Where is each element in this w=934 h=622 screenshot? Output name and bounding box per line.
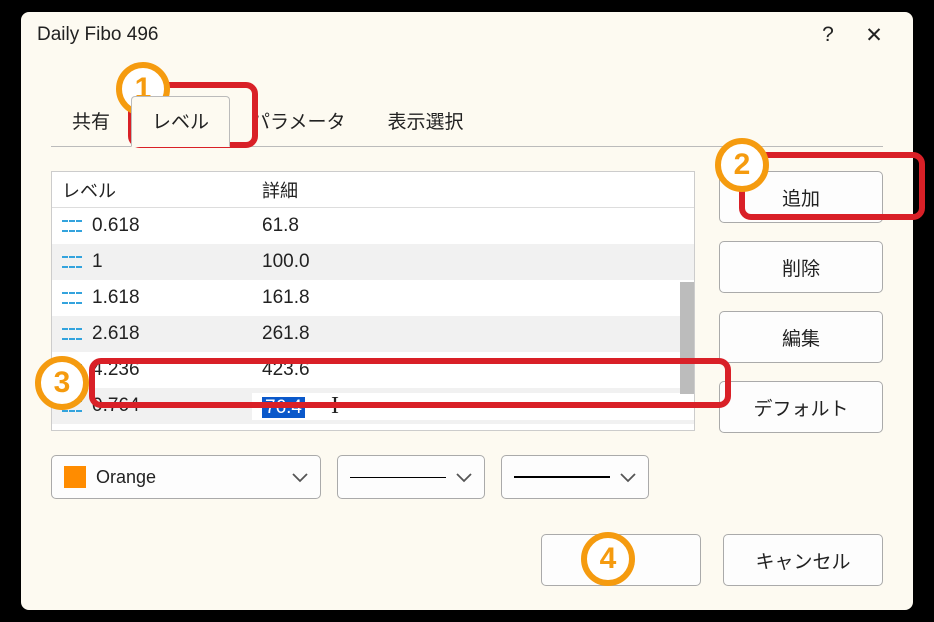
table-row-editing[interactable]: 0.764 76.4 I bbox=[52, 388, 694, 424]
tab-share[interactable]: 共有 bbox=[51, 96, 131, 147]
table-row[interactable]: 0.618 61.8 bbox=[52, 208, 694, 244]
delete-button[interactable]: 削除 bbox=[719, 241, 883, 293]
line-style-icon bbox=[62, 256, 82, 268]
level-value: 1.618 bbox=[92, 287, 140, 309]
add-button[interactable]: 追加 bbox=[719, 171, 883, 223]
color-swatch bbox=[64, 466, 86, 488]
detail-value: 161.8 bbox=[252, 287, 694, 309]
chevron-down-icon bbox=[292, 467, 308, 488]
table-row[interactable]: 2.618 261.8 bbox=[52, 316, 694, 352]
scrollbar-thumb[interactable] bbox=[680, 282, 694, 394]
color-combo[interactable]: Orange bbox=[51, 455, 321, 499]
table-header: レベル 詳細 bbox=[52, 172, 694, 208]
level-value: 2.618 bbox=[92, 323, 140, 345]
level-value: 0.764 bbox=[92, 395, 140, 417]
line-style-icon bbox=[62, 220, 82, 232]
level-value: 4.236 bbox=[92, 359, 140, 381]
level-value: 1 bbox=[92, 251, 103, 273]
footer: OK キャンセル bbox=[541, 534, 883, 586]
line-style-icon bbox=[62, 328, 82, 340]
detail-edit-cell[interactable]: 76.4 I bbox=[252, 393, 694, 420]
level-value: 0.618 bbox=[92, 215, 140, 237]
col-level: レベル bbox=[52, 177, 252, 203]
line-sample-icon bbox=[514, 476, 610, 478]
color-name: Orange bbox=[96, 467, 156, 488]
close-button[interactable]: ✕ bbox=[851, 23, 897, 48]
table-row[interactable]: 4.236 423.6 bbox=[52, 352, 694, 388]
default-button[interactable]: デフォルト bbox=[719, 381, 883, 433]
line-width-combo[interactable] bbox=[501, 455, 649, 499]
style-row: Orange bbox=[51, 455, 695, 499]
window-title: Daily Fibo 496 bbox=[37, 24, 805, 46]
tab-display[interactable]: 表示選択 bbox=[366, 96, 484, 147]
tab-level[interactable]: レベル bbox=[131, 96, 230, 147]
detail-value: 261.8 bbox=[252, 323, 694, 345]
chevron-down-icon bbox=[456, 467, 472, 488]
cancel-button[interactable]: キャンセル bbox=[723, 534, 883, 586]
levels-table: レベル 詳細 0.618 61.8 1 100.0 1.618 161.8 bbox=[51, 171, 695, 431]
edit-value: 76.4 bbox=[262, 397, 305, 418]
left-pane: レベル 詳細 0.618 61.8 1 100.0 1.618 161.8 bbox=[51, 171, 695, 499]
ok-button[interactable]: OK bbox=[541, 534, 701, 586]
table-body: 0.618 61.8 1 100.0 1.618 161.8 2.618 261… bbox=[52, 208, 694, 424]
detail-value: 100.0 bbox=[252, 251, 694, 273]
line-style-icon bbox=[62, 364, 82, 376]
content: レベル 詳細 0.618 61.8 1 100.0 1.618 161.8 bbox=[51, 146, 883, 499]
line-style-icon bbox=[62, 400, 82, 412]
edit-button[interactable]: 編集 bbox=[719, 311, 883, 363]
table-row[interactable]: 1 100.0 bbox=[52, 244, 694, 280]
table-row[interactable]: 1.618 161.8 bbox=[52, 280, 694, 316]
right-pane: 追加 削除 編集 デフォルト bbox=[719, 171, 883, 499]
line-style-combo[interactable] bbox=[337, 455, 485, 499]
dialog-window: Daily Fibo 496 ? ✕ 共有 レベル パラメータ 表示選択 レベル… bbox=[19, 10, 915, 612]
tab-bar: 共有 レベル パラメータ 表示選択 bbox=[21, 96, 913, 147]
line-style-icon bbox=[62, 292, 82, 304]
tab-params[interactable]: パラメータ bbox=[230, 96, 366, 147]
titlebar: Daily Fibo 496 ? ✕ bbox=[21, 12, 913, 58]
help-button[interactable]: ? bbox=[805, 23, 851, 47]
col-detail: 詳細 bbox=[252, 177, 694, 203]
detail-value: 61.8 bbox=[252, 215, 694, 237]
line-sample-icon bbox=[350, 477, 446, 478]
detail-value: 423.6 bbox=[252, 359, 694, 381]
chevron-down-icon bbox=[620, 467, 636, 488]
text-cursor-icon: I bbox=[331, 393, 339, 420]
